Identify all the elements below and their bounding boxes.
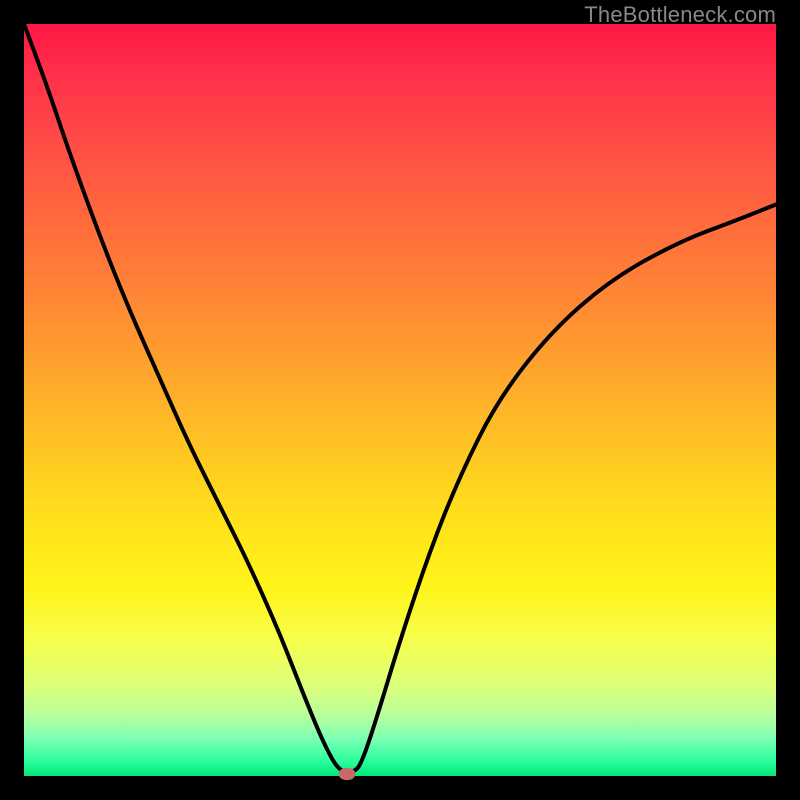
plot-area [24, 24, 776, 776]
curve-path [24, 24, 776, 772]
watermark-text: TheBottleneck.com [584, 2, 776, 28]
bottleneck-curve [24, 24, 776, 776]
optimum-marker [339, 768, 355, 780]
chart-frame: TheBottleneck.com [0, 0, 800, 800]
